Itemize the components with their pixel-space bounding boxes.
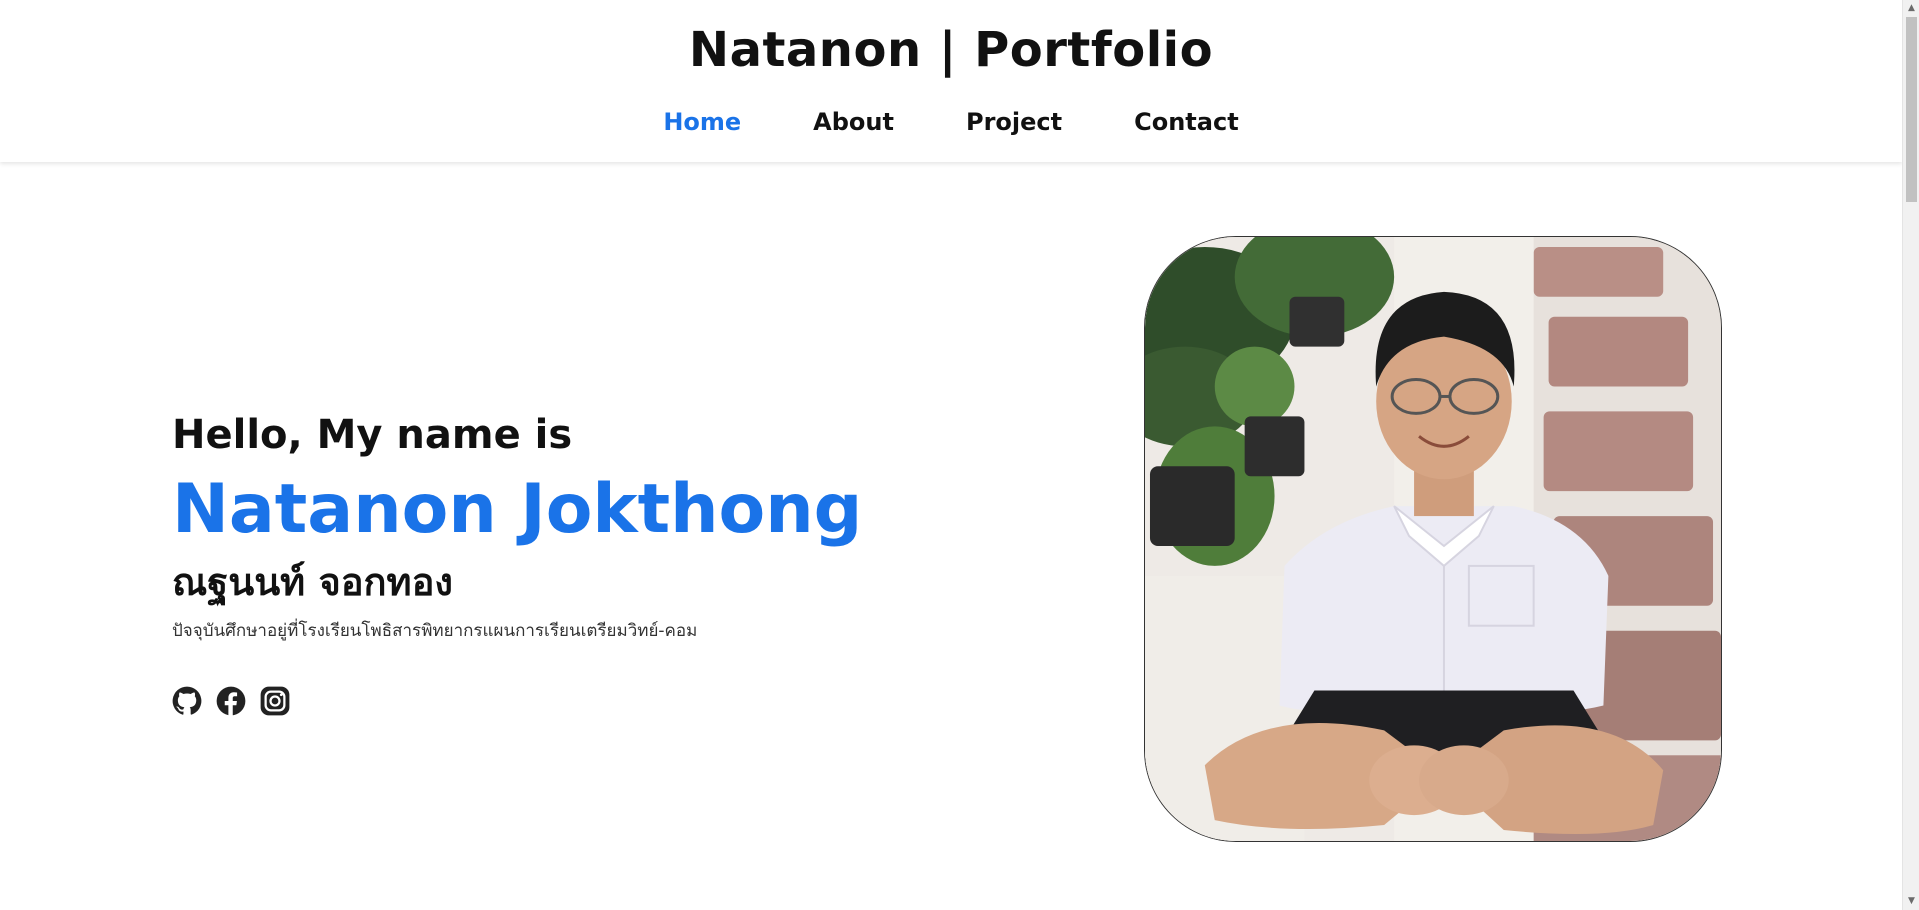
nav-about-link[interactable]: About [813, 108, 894, 136]
site-title: Natanon | Portfolio [688, 22, 1214, 78]
instagram-icon[interactable] [260, 686, 290, 716]
social-links [172, 686, 290, 716]
nav-contact-link[interactable]: Contact [1134, 108, 1239, 136]
profile-photo [1144, 236, 1722, 842]
page: Natanon | Portfolio Home About Project C… [0, 0, 1919, 910]
education-description: ปัจจุบันศึกษาอยู่ที่โรงเรียนโพธิสารพิทยา… [172, 621, 698, 641]
scroll-up-arrow-icon[interactable]: ▲ [1903, 0, 1919, 17]
greeting-text: Hello, My name is [172, 412, 573, 458]
name-english: Natanon Jokthong [172, 470, 863, 549]
name-thai: ณฐนนท์ จอกทอง [172, 560, 453, 604]
nav-home-link[interactable]: Home [663, 108, 741, 136]
vertical-scrollbar[interactable]: ▲ ▼ [1902, 0, 1919, 910]
nav-project-link[interactable]: Project [966, 108, 1062, 136]
site-header: Natanon | Portfolio Home About Project C… [0, 0, 1902, 162]
facebook-icon[interactable] [216, 686, 246, 716]
scrollbar-thumb[interactable] [1906, 17, 1917, 202]
github-icon[interactable] [172, 686, 202, 716]
scroll-down-arrow-icon[interactable]: ▼ [1903, 893, 1919, 910]
hero-intro: Hello, My name is Natanon Jokthong ณฐนนท… [172, 410, 1072, 642]
main-nav: Home About Project Contact [0, 108, 1902, 136]
